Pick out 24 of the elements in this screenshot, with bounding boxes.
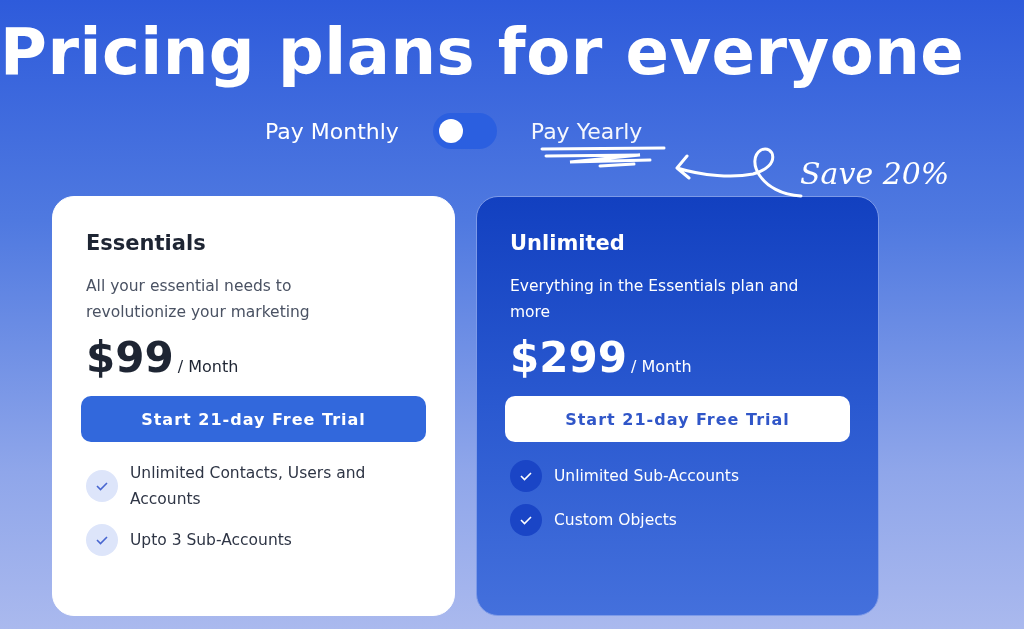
save-note: Save 20%	[800, 156, 950, 191]
free-trial-button[interactable]: Start 21-day Free Trial	[505, 396, 850, 442]
check-icon	[510, 504, 542, 536]
plan-name: Essentials	[86, 231, 206, 255]
plan-description: All your essential needs to revolutionize your marketing	[86, 276, 311, 323]
feature-text: Custom Objects	[554, 510, 678, 531]
page-heading: Pricing plans for everyone	[0, 14, 965, 90]
scribble-underline-icon	[540, 146, 666, 168]
feature-text: Upto 3 Sub-Accounts	[130, 530, 293, 551]
check-icon	[86, 524, 118, 556]
check-icon	[510, 460, 542, 492]
price-period: / Month	[177, 357, 239, 376]
check-icon	[86, 470, 118, 502]
pay-monthly-label: Pay Monthly	[265, 118, 399, 144]
pay-yearly-label: Pay Yearly	[530, 118, 643, 144]
plan-description: Everything in the Essentials plan and more	[510, 276, 800, 323]
plan-price: $299	[510, 333, 627, 382]
feature-text: Unlimited Sub-Accounts	[554, 466, 740, 487]
plan-price: $99	[86, 333, 174, 382]
billing-toggle[interactable]	[432, 113, 497, 149]
free-trial-button[interactable]: Start 21-day Free Trial	[81, 396, 426, 442]
feature-text: Unlimited Contacts, Users and Accounts	[130, 463, 367, 510]
plan-name: Unlimited	[510, 231, 625, 255]
price-period: / Month	[630, 357, 692, 376]
